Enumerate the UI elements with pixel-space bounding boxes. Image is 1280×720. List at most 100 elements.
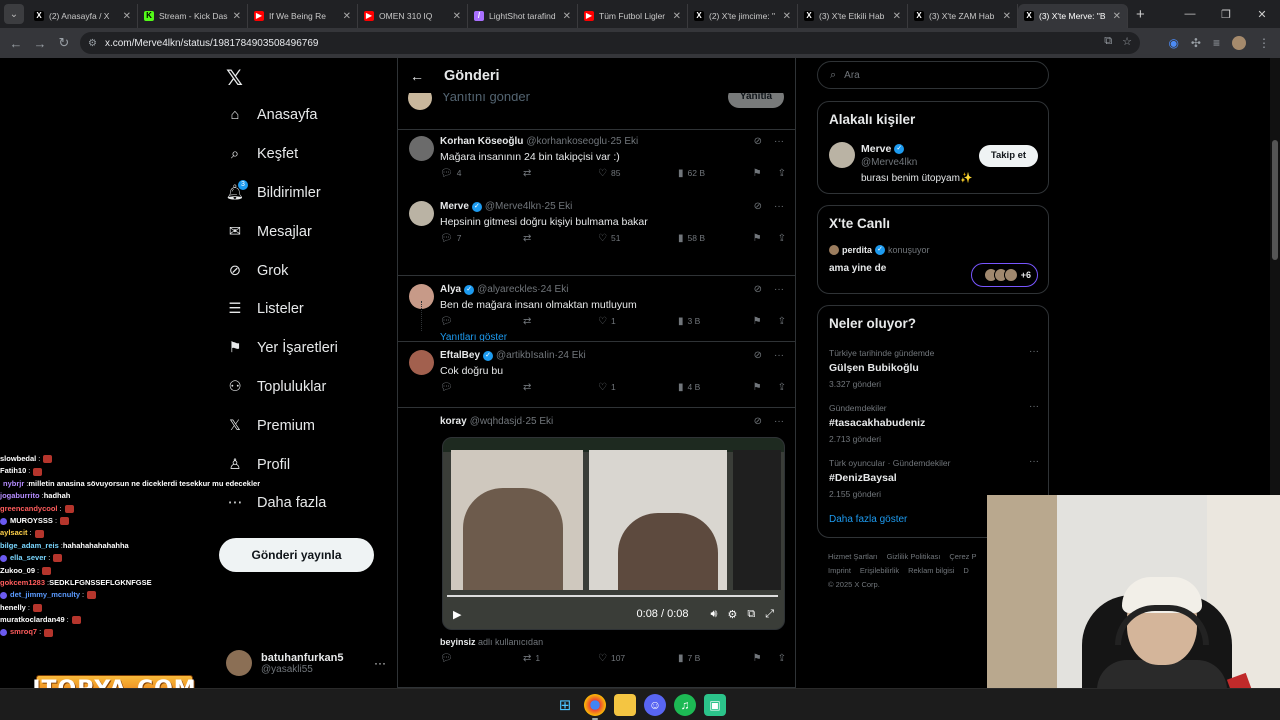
nav-item-listeler[interactable]: ☰ Listeler [226, 290, 396, 329]
nav-item-grok[interactable]: ⊘ Grok [226, 251, 396, 290]
avatar[interactable] [829, 142, 855, 168]
browser-tab[interactable]: ▶ If We Being Re ✕ [248, 4, 358, 28]
tab-search-button[interactable]: ⌄ [4, 4, 24, 24]
tweet[interactable]: Merve ✓ @Merve4lkn · 25 Eki ⊘ ··· Hepsinin gi… [398, 193, 796, 343]
reply-button[interactable]: 💬︎ [440, 653, 523, 664]
author-name[interactable]: EftalBey [440, 350, 480, 361]
file-explorer-icon[interactable] [614, 693, 636, 716]
close-icon[interactable]: ✕ [673, 11, 681, 22]
avatar[interactable] [409, 136, 434, 161]
grok-icon[interactable]: ⊘ [754, 136, 762, 147]
omnibox[interactable]: ⚙ x.com/Merve4lkn/status/198178490350849… [80, 32, 1140, 54]
footer-link[interactable]: Hizmet Şartları [828, 552, 878, 561]
footer-link[interactable]: Imprint [828, 566, 851, 575]
scrollbar-thumb[interactable] [1272, 140, 1278, 260]
author-name[interactable]: Merve [440, 201, 469, 212]
extension-icon[interactable]: ◉ [1168, 36, 1178, 50]
nav-item-ke-fet[interactable]: ⌕ Keşfet [226, 135, 396, 174]
extensions-puzzle-icon[interactable]: ✣ [1191, 36, 1201, 50]
obs-icon[interactable]: ▣ [704, 693, 726, 716]
views-button[interactable]: ▮ 58 B [678, 233, 752, 244]
author-name[interactable]: Korhan Köseoğlu [440, 136, 523, 147]
new-tab-button[interactable]: + [1136, 6, 1145, 23]
retweet-button[interactable]: ⇄ [523, 233, 598, 244]
maximize-button[interactable]: ❐ [1208, 8, 1244, 21]
x-logo-icon[interactable]: 𝕏 [226, 66, 246, 90]
close-icon[interactable]: ✕ [343, 11, 351, 22]
close-icon[interactable]: ✕ [893, 11, 901, 22]
avatar[interactable] [409, 350, 434, 375]
footer-link[interactable]: Reklam bilgisi [908, 566, 954, 575]
browser-tab[interactable]: / LightShot tarafind ✕ [468, 4, 578, 28]
bookmark-icon[interactable]: ⚑ [753, 382, 762, 393]
settings-icon[interactable]: ⚙ [727, 608, 737, 621]
live-title[interactable]: ama yine de [829, 263, 886, 274]
bookmark-star-icon[interactable]: ☆ [1122, 35, 1132, 48]
grok-icon[interactable]: ⊘ [754, 284, 762, 295]
like-button[interactable]: ♡ 85 [598, 168, 678, 179]
more-icon[interactable]: ··· [774, 136, 784, 147]
close-icon[interactable]: ✕ [453, 11, 461, 22]
nav-item-anasayfa[interactable]: ⌂ Anasayfa [226, 96, 396, 135]
bookmark-icon[interactable]: ⚑ [753, 316, 762, 327]
footer-link[interactable]: Çerez P [949, 552, 976, 561]
like-button[interactable]: ♡ 1 [598, 316, 678, 327]
retweet-button[interactable]: ⇄ [523, 382, 598, 393]
person-name[interactable]: Merve ✓ [861, 143, 907, 155]
views-button[interactable]: ▮ 7 B [678, 653, 752, 664]
more-icon[interactable]: ··· [1029, 401, 1039, 412]
install-icon[interactable]: ⧉ [1104, 35, 1112, 48]
more-icon[interactable]: ··· [774, 416, 784, 427]
live-host[interactable]: perdita ✓ konuşuyor [829, 245, 930, 255]
popout-icon[interactable]: ⧉ [747, 608, 755, 621]
tweet-date[interactable]: 25 Eki [610, 136, 638, 147]
footer-link[interactable]: D [963, 566, 968, 575]
tweet-date[interactable]: 25 Eki [545, 201, 573, 212]
more-icon[interactable]: ··· [774, 284, 784, 295]
share-icon[interactable]: ⇪ [778, 382, 786, 393]
nav-item-premium[interactable]: 𝕏 Premium [226, 406, 396, 445]
back-button[interactable]: ← [4, 36, 28, 51]
windows-start-icon[interactable]: ⊞ [554, 694, 576, 716]
close-icon[interactable]: ✕ [1003, 11, 1011, 22]
avatar[interactable] [409, 201, 434, 226]
trend-item[interactable]: Türkiye tarihinde gündemde Gülşen Bubikoğ… [829, 346, 1039, 389]
share-icon[interactable]: ⇪ [778, 168, 786, 179]
more-icon[interactable]: ··· [374, 656, 386, 670]
trend-item[interactable]: Türk oyuncular · Gündemdekiler #DenizBays… [829, 456, 1039, 499]
share-icon[interactable]: ⇪ [778, 653, 786, 664]
url-text[interactable]: x.com/Merve4lkn/status/19817849035084967… [105, 38, 318, 49]
author-name[interactable]: koray [440, 416, 467, 427]
like-button[interactable]: ♡ 1 [598, 382, 678, 393]
grok-icon[interactable]: ⊘ [754, 350, 762, 361]
close-icon[interactable]: ✕ [123, 11, 131, 22]
tweet-date[interactable]: 25 Eki [525, 416, 553, 427]
grok-icon[interactable]: ⊘ [754, 201, 762, 212]
bookmark-icon[interactable]: ⚑ [753, 233, 762, 244]
reply-button[interactable]: 💬︎ 7 [440, 233, 523, 244]
retweet-button[interactable]: ⇄ 1 [523, 653, 598, 664]
video-player[interactable]: ▶ 0:08 / 0:08 🔊︎ ⚙ ⧉ ⤢ [442, 437, 785, 630]
like-button[interactable]: ♡ 51 [598, 233, 678, 244]
bookmark-icon[interactable]: ⚑ [753, 168, 762, 179]
close-window-button[interactable]: ✕ [1244, 8, 1280, 21]
more-icon[interactable]: ··· [1029, 346, 1039, 357]
show-more-link[interactable]: Daha fazla göster [829, 514, 907, 525]
tweet-date[interactable]: 24 Eki [541, 284, 569, 295]
reply-button[interactable]: 💬︎ [440, 382, 523, 393]
forward-button[interactable]: → [28, 36, 52, 51]
close-icon[interactable]: ✕ [233, 11, 241, 22]
grok-icon[interactable]: ⊘ [754, 416, 762, 427]
live-listeners-pill[interactable]: +6 [971, 263, 1038, 287]
nav-item-bildirimler[interactable]: 🔔︎ 3 Bildirimler [226, 174, 396, 213]
chrome-icon[interactable] [584, 693, 606, 720]
reload-button[interactable]: ↻ [52, 35, 76, 51]
minimize-button[interactable]: — [1172, 8, 1208, 20]
trend-item[interactable]: Gündemdekiler #tasacakhabudeniz 2.713 gönd… [829, 401, 1039, 444]
share-icon[interactable]: ⇪ [778, 316, 786, 327]
spotify-icon[interactable]: ♫ [674, 693, 696, 716]
reply-button[interactable]: 💬︎ 4 [440, 168, 523, 179]
retweet-button[interactable]: ⇄ [523, 168, 598, 179]
avatar[interactable] [409, 416, 434, 441]
retweet-button[interactable]: ⇄ [523, 316, 598, 327]
